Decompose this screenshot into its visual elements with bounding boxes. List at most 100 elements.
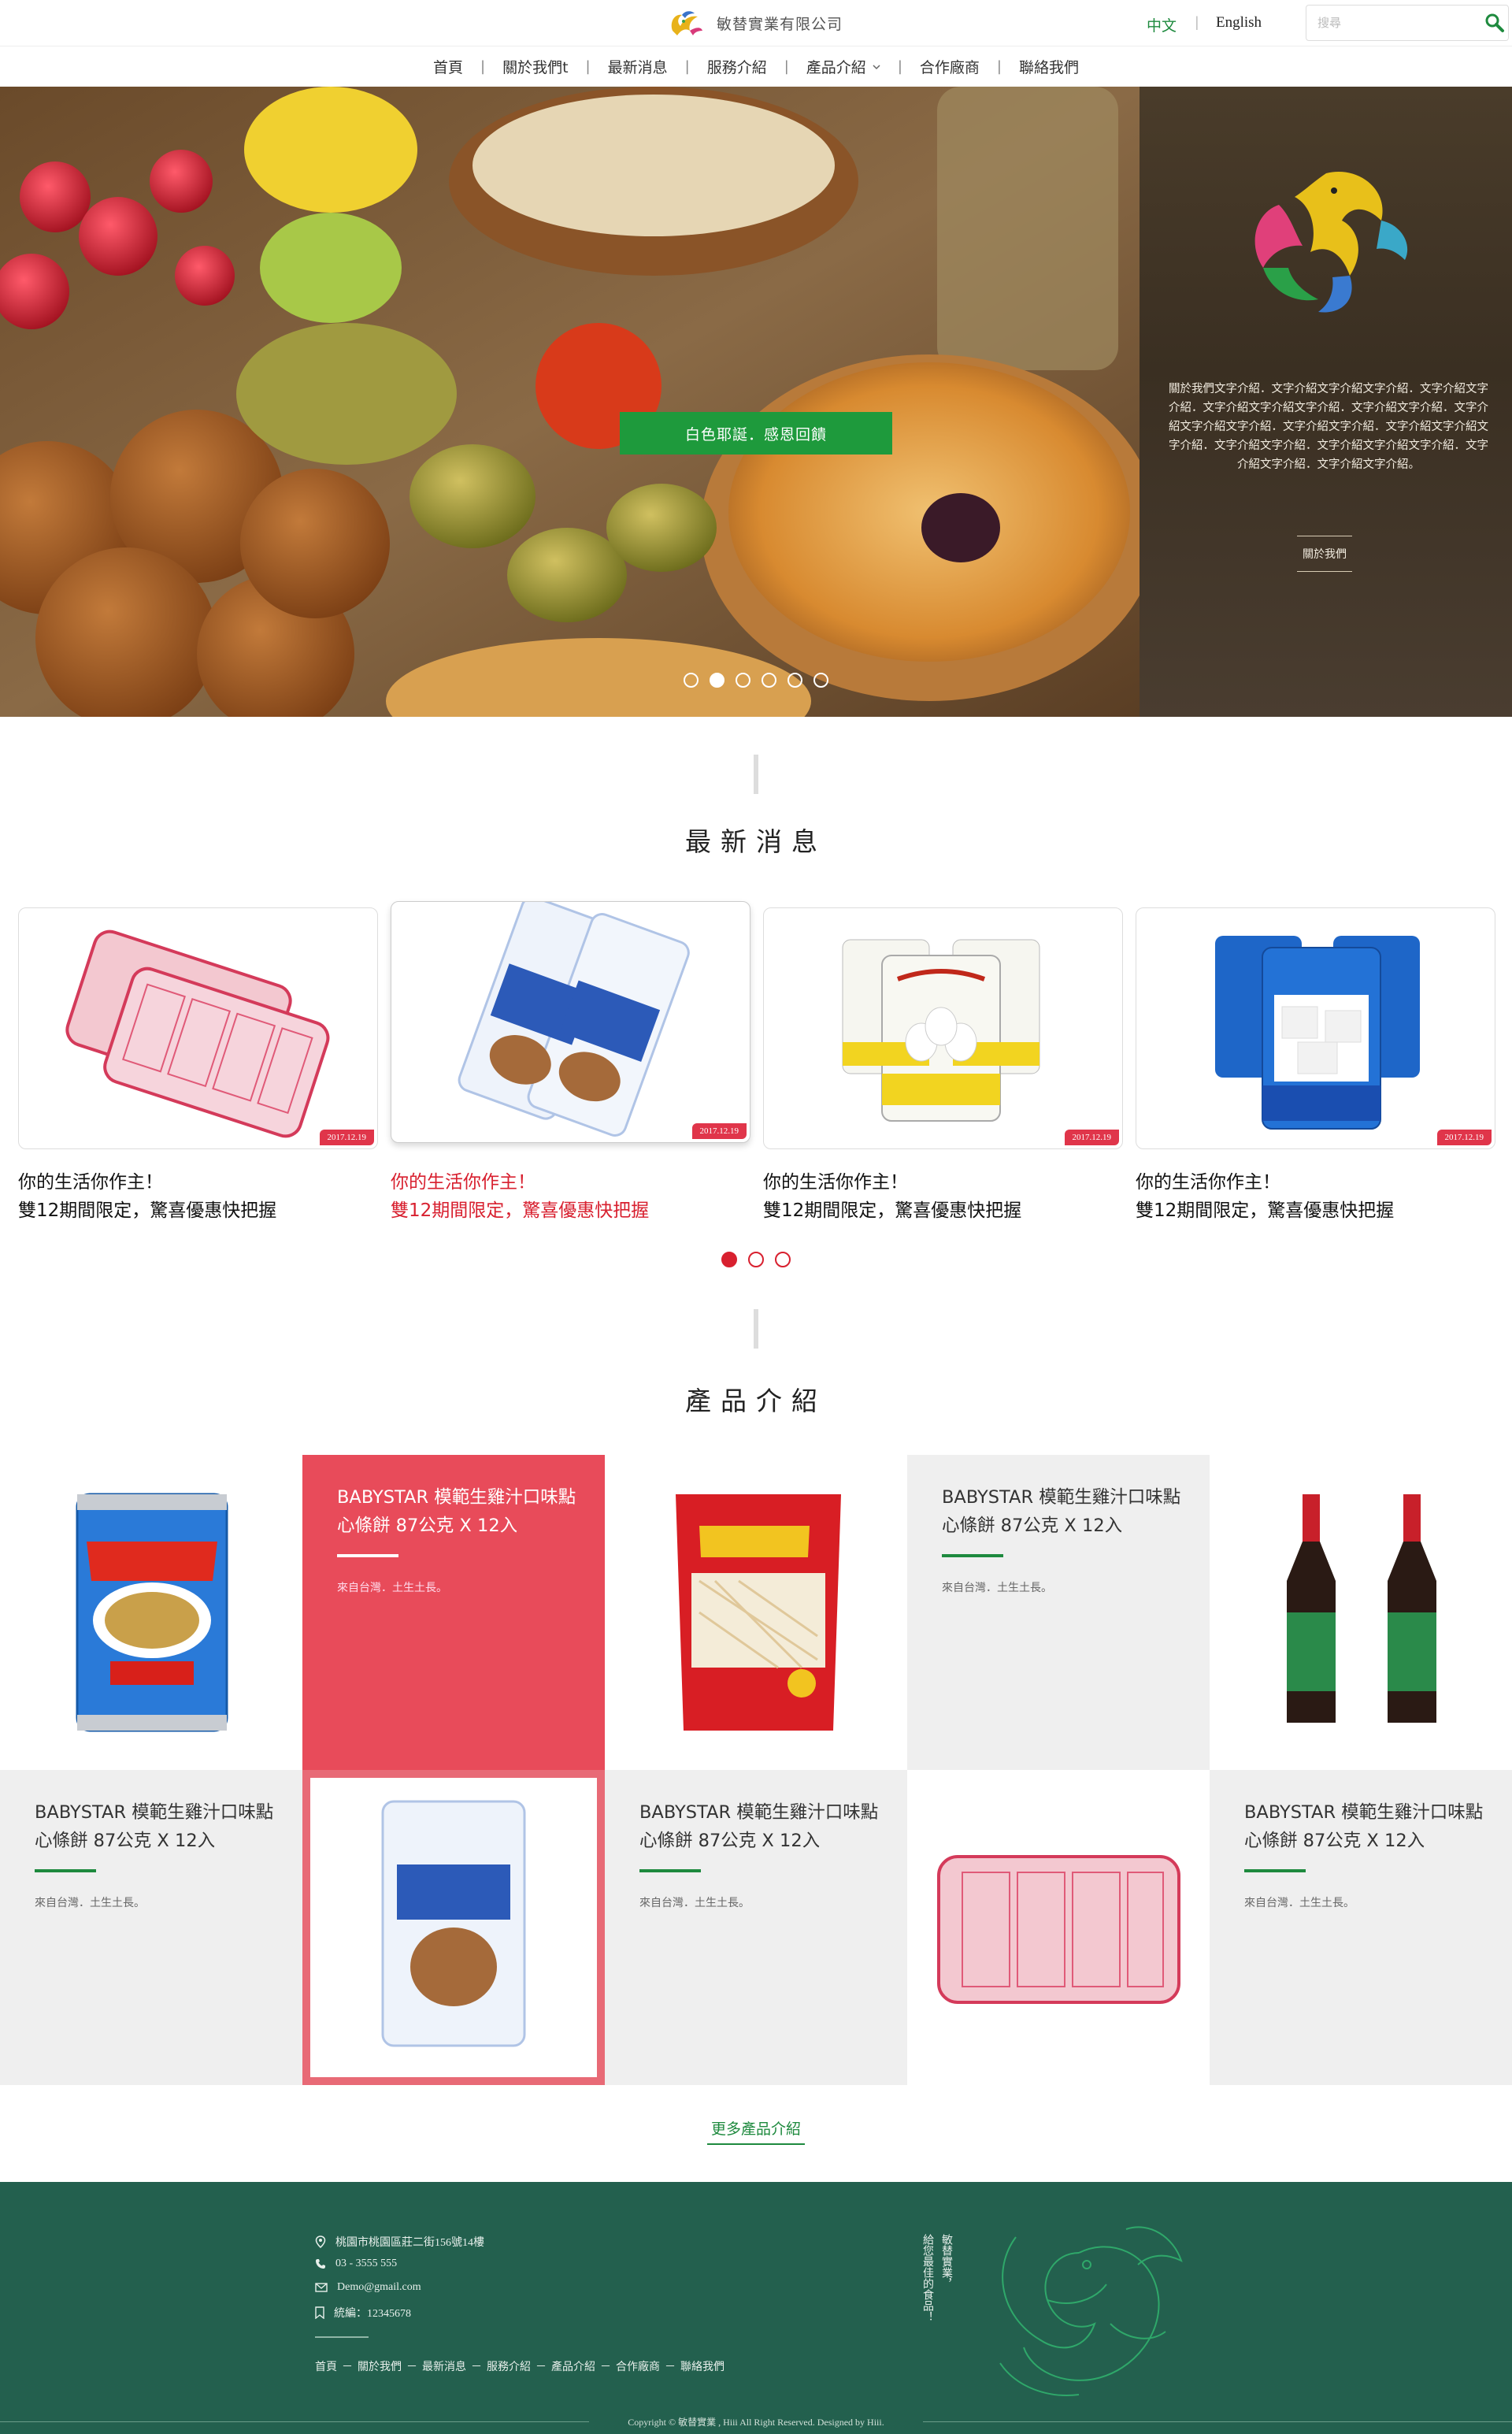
footer-links: 首頁 － 關於我們 － 最新消息 － 服務介紹 － 產品介紹 － 合作廠商 － … xyxy=(315,2358,724,2374)
news-title[interactable]: 你的生活你作主！ xyxy=(391,1168,536,1197)
nav-news[interactable]: 最新消息 xyxy=(591,56,685,77)
section-divider xyxy=(754,755,758,794)
slogan-column-1: 敏替實業， xyxy=(940,2234,953,2289)
nav-services[interactable]: 服務介紹 xyxy=(690,56,784,77)
product-name: BABYSTAR 模範生雞汁口味點心條餅 87公克 X 12入 xyxy=(35,1802,274,1851)
about-us-link[interactable]: 關於我們 xyxy=(1297,546,1352,562)
footer-address: 桃園市桃園區莊二街156號14樓 xyxy=(315,2234,484,2250)
product-origin: 來自台灣．土生土長。 xyxy=(337,1582,447,1594)
nav-products[interactable]: 產品介紹 xyxy=(789,56,898,77)
product-card[interactable]: BABYSTAR 模範生雞汁口味點心條餅 87公克 X 12入 來自台灣．土生土… xyxy=(605,1770,907,2085)
footer-link-news[interactable]: 最新消息 xyxy=(422,2358,466,2374)
hero-food-image xyxy=(0,87,1140,717)
copyright-text: Copyright © 敏替實業 , Hiii All Right Reserv… xyxy=(628,2417,884,2428)
product-image-cell-highlight[interactable] xyxy=(302,1770,605,2085)
lang-zh-link[interactable]: 中文 xyxy=(1147,14,1177,35)
mesh-bag-image xyxy=(937,1855,1180,2004)
product-image-cell[interactable] xyxy=(0,1455,302,1770)
product-name: BABYSTAR 模範生雞汁口味點心條餅 87公克 X 12入 xyxy=(337,1487,576,1536)
product-image-cell[interactable] xyxy=(1210,1455,1512,1770)
footer-link-services[interactable]: 服務介紹 xyxy=(487,2358,531,2374)
footer-slogan: 敏替實業， 給您最佳的食品！ xyxy=(921,2234,953,2322)
hero-dot[interactable] xyxy=(813,673,828,688)
about-panel: 關於我們文字介紹．文字介紹文字介紹文字介紹．文字介紹文字介紹．文字介紹文字介紹文… xyxy=(1140,87,1512,717)
product-rule xyxy=(639,1869,701,1872)
nav-products-label: 產品介紹 xyxy=(806,59,866,76)
hero-dot-active[interactable] xyxy=(710,673,724,688)
product-name: BABYSTAR 模範生雞汁口味點心條餅 87公克 X 12入 xyxy=(1244,1802,1484,1851)
footer-rule xyxy=(315,2336,369,2338)
news-subtitle[interactable]: 雙12期間限定，驚喜優惠快把握 xyxy=(1136,1197,1394,1225)
email-text[interactable]: Demo@gmail.com xyxy=(337,2281,421,2294)
address-text: 桃園市桃園區莊二街156號14樓 xyxy=(335,2237,484,2249)
search-icon[interactable] xyxy=(1481,6,1508,40)
chevron-down-icon xyxy=(873,64,880,69)
hero-pagination xyxy=(684,673,828,688)
news-subtitle[interactable]: 雙12期間限定，驚喜優惠快把握 xyxy=(391,1197,649,1225)
search-input[interactable] xyxy=(1306,6,1481,40)
footer-link-sep: － xyxy=(342,2361,353,2373)
product-rule xyxy=(1244,1869,1306,1872)
nav-home[interactable]: 首頁 xyxy=(416,56,480,77)
footer-link-sep: － xyxy=(600,2361,611,2373)
news-dot[interactable] xyxy=(775,1252,791,1267)
product-card-highlight[interactable]: BABYSTAR 模範生雞汁口味點心條餅 87公克 X 12入 來自台灣．土生土… xyxy=(302,1455,605,1770)
news-dot[interactable] xyxy=(748,1252,764,1267)
company-name: 敏替實業有限公司 xyxy=(717,15,843,33)
hero-dot[interactable] xyxy=(762,673,776,688)
product-name: BABYSTAR 模範生雞汁口味點心條餅 87公克 X 12入 xyxy=(639,1802,879,1851)
hero-dot[interactable] xyxy=(684,673,699,688)
footer-link-sep: － xyxy=(471,2361,482,2373)
news-title[interactable]: 你的生活你作主！ xyxy=(1136,1168,1280,1197)
news-date-badge: 2017.12.19 xyxy=(1436,1130,1492,1145)
footer-link-products[interactable]: 產品介紹 xyxy=(551,2358,595,2374)
lang-en-link[interactable]: English xyxy=(1216,14,1262,32)
slogan-column-2: 給您最佳的食品！ xyxy=(921,2234,934,2322)
product-card[interactable]: BABYSTAR 模範生雞汁口味點心條餅 87公克 X 12入 來自台灣．土生土… xyxy=(1210,1770,1512,2085)
footer-link-sep: － xyxy=(406,2361,417,2373)
hero-dot[interactable] xyxy=(736,673,750,688)
news-subtitle[interactable]: 雙12期間限定，驚喜優惠快把握 xyxy=(763,1197,1021,1225)
brand[interactable]: 敏替實業有限公司 xyxy=(666,6,843,39)
product-card[interactable]: BABYSTAR 模範生雞汁口味點心條餅 87公克 X 12入 來自台灣．土生土… xyxy=(0,1770,302,2085)
product-image-cell[interactable] xyxy=(605,1455,907,1770)
nav-contact[interactable]: 聯絡我們 xyxy=(1002,56,1096,77)
news-title[interactable]: 你的生活你作主！ xyxy=(763,1168,908,1197)
phone-icon xyxy=(316,2259,325,2269)
footer-email: Demo@gmail.com xyxy=(315,2281,421,2294)
product-name: BABYSTAR 模範生雞汁口味點心條餅 87公克 X 12入 xyxy=(942,1487,1181,1536)
product-image-cell[interactable] xyxy=(907,1770,1210,2085)
footer-link-sep: － xyxy=(665,2361,676,2373)
product-card[interactable]: BABYSTAR 模範生雞汁口味點心條餅 87公克 X 12入 來自台灣．土生土… xyxy=(907,1455,1210,1770)
news-image: 2017.12.19 xyxy=(1136,907,1495,1149)
phoenix-dragon-outline-icon xyxy=(999,2226,1183,2396)
section-divider xyxy=(754,1309,758,1349)
nav-partners[interactable]: 合作廠商 xyxy=(902,56,997,77)
footer-link-partners[interactable]: 合作廠商 xyxy=(616,2358,660,2374)
news-subtitle[interactable]: 雙12期間限定，驚喜優惠快把握 xyxy=(18,1197,276,1225)
footer-link-about[interactable]: 關於我們 xyxy=(358,2358,402,2374)
map-pin-icon xyxy=(315,2235,326,2248)
news-image: 2017.12.19 xyxy=(763,907,1123,1149)
nav-about[interactable]: 關於我們t xyxy=(485,56,585,77)
tax-id-text: 統編：12345678 xyxy=(334,2308,411,2320)
product-mesh-bag-image xyxy=(65,929,330,1138)
mail-icon xyxy=(315,2283,328,2292)
footer-link-contact[interactable]: 聯絡我們 xyxy=(680,2358,724,2374)
footer-link-home[interactable]: 首頁 xyxy=(315,2358,337,2374)
news-title[interactable]: 你的生活你作主！ xyxy=(18,1168,163,1197)
phoenix-emblem-icon xyxy=(1254,172,1408,313)
more-products-link[interactable]: 更多產品介紹 xyxy=(707,2117,805,2145)
lang-separator: | xyxy=(1195,14,1199,31)
hero-cta-button[interactable]: 白色耶誕．感恩回饋 xyxy=(620,412,892,455)
news-pagination xyxy=(721,1252,791,1267)
hero-dot[interactable] xyxy=(788,673,802,688)
product-quail-egg-cans-image xyxy=(842,939,1040,1122)
phone-text[interactable]: 03 - 3555 555 xyxy=(335,2258,397,2270)
sauce-bottles-image xyxy=(1287,1494,1436,1723)
about-link-rule xyxy=(1297,571,1352,572)
product-origin: 來自台灣．土生土長。 xyxy=(639,1897,750,1909)
news-dot-active[interactable] xyxy=(721,1252,737,1267)
phoenix-logo-icon xyxy=(671,11,702,35)
search-box xyxy=(1306,5,1509,41)
